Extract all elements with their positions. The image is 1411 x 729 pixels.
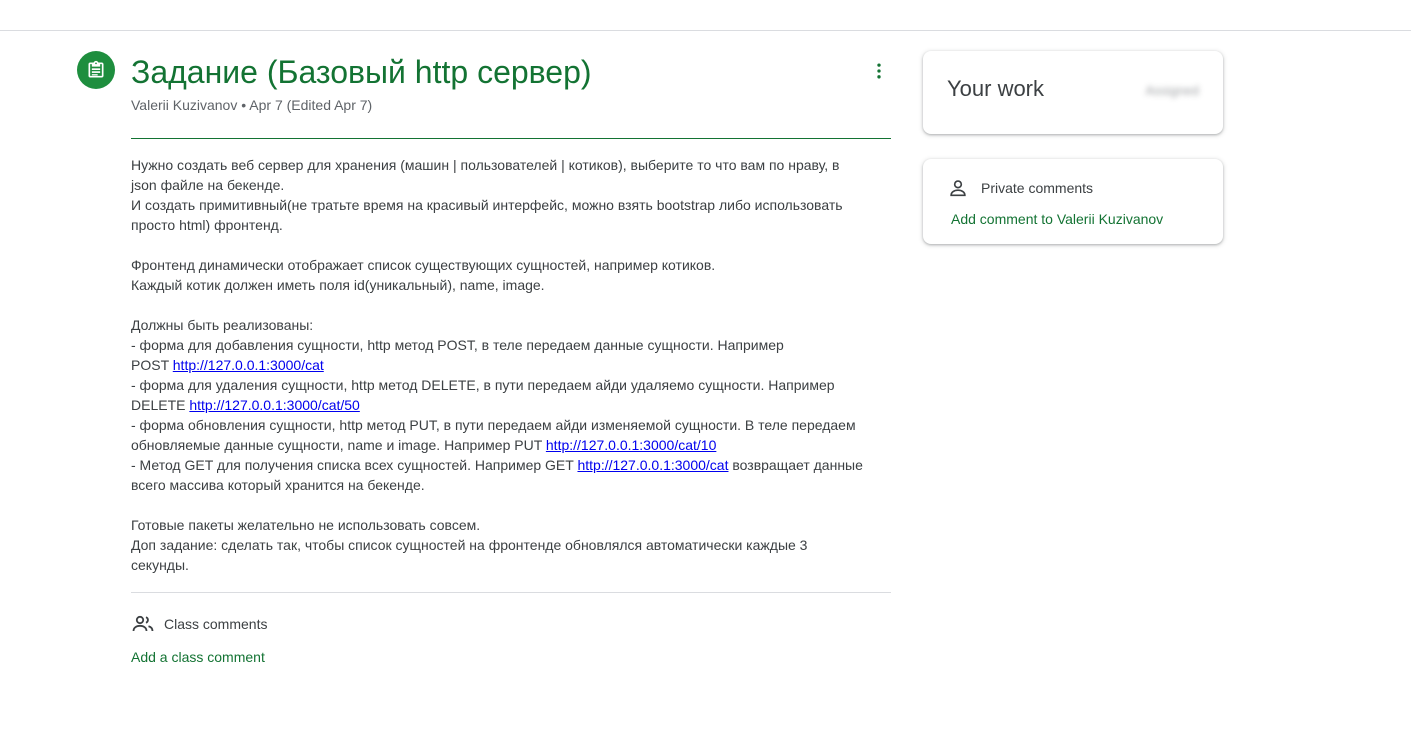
private-comments-header: Private comments [947, 177, 1093, 199]
description-line: json файле на бекенде. [131, 177, 285, 193]
header-divider [131, 138, 891, 139]
your-work-title: Your work [947, 76, 1045, 101]
assignment-icon [77, 51, 115, 89]
description-paragraph: Нужно создать веб сервер для хранения (м… [131, 155, 901, 235]
assignment-meta: Valerii Kuzivanov • Apr 7 (Edited Apr 7) [131, 96, 372, 114]
description-line: - форма для удаления сущности, http мето… [131, 377, 835, 393]
description-line: всего массива который хранится на бекенд… [131, 477, 425, 493]
more-vert-icon [877, 63, 881, 79]
post-date: • Apr 7 (Edited Apr 7) [237, 97, 373, 113]
your-work-card: Your work Assigned [923, 51, 1223, 134]
assignment-title: Задание (Базовый http сервер) [131, 54, 592, 90]
delete-url-link[interactable]: http://127.0.0.1:3000/cat/50 [189, 397, 359, 413]
description-paragraph: Должны быть реализованы: - форма для доб… [131, 315, 901, 495]
work-status-badge: Assigned [1145, 83, 1199, 98]
description-paragraph: Фронтенд динамически отображает список с… [131, 255, 901, 295]
class-comments-header: Class comments [131, 612, 267, 636]
description-line: DELETE http://127.0.0.1:3000/cat/50 [131, 395, 901, 415]
class-comments-label: Class comments [164, 616, 268, 632]
get-url-link[interactable]: http://127.0.0.1:3000/cat [577, 457, 728, 473]
line-text: - Метод GET для получения списка всех су… [131, 457, 578, 473]
more-options-button[interactable] [866, 58, 892, 84]
put-url-link[interactable]: http://127.0.0.1:3000/cat/10 [546, 437, 716, 453]
description-line: Готовые пакеты желательно не использоват… [131, 517, 481, 533]
description-line: - форма для добавления сущности, http ме… [131, 337, 784, 353]
line-text: возвращает данные [728, 457, 863, 473]
description-line: Фронтенд динамически отображает список с… [131, 257, 716, 273]
author-name: Valerii Kuzivanov [131, 97, 238, 113]
person-icon [950, 180, 966, 197]
line-text: обновляемые данные сущности, name и imag… [131, 437, 546, 453]
assignment-description: Нужно создать веб сервер для хранения (м… [131, 155, 901, 595]
description-line: И создать примитивный(не тратьте время н… [131, 197, 843, 213]
people-icon [132, 615, 154, 632]
private-comments-card: Private comments Add comment to Valerii … [923, 159, 1223, 244]
description-paragraph: Готовые пакеты желательно не использоват… [131, 515, 901, 575]
add-private-comment-link[interactable]: Add comment to Valerii Kuzivanov [951, 211, 1163, 227]
line-text: POST [131, 357, 173, 373]
private-comments-label: Private comments [981, 180, 1094, 196]
post-url-link[interactable]: http://127.0.0.1:3000/cat [173, 357, 324, 373]
description-line: Каждый котик должен иметь поля id(уникал… [131, 277, 545, 293]
add-class-comment-link[interactable]: Add a class comment [131, 649, 265, 665]
description-line: просто html) фронтенд. [131, 217, 283, 233]
description-line: Должны быть реализованы: [131, 317, 314, 333]
description-line: Нужно создать веб сервер для хранения (м… [131, 157, 840, 173]
line-text: DELETE [131, 397, 190, 413]
description-line: Доп задание: сделать так, чтобы список с… [131, 537, 808, 553]
description-line: обновляемые данные сущности, name и imag… [131, 435, 901, 455]
description-line: - Метод GET для получения списка всех су… [131, 455, 901, 475]
description-line: POST http://127.0.0.1:3000/cat [131, 355, 901, 375]
comments-divider [131, 592, 891, 593]
description-line: - форма обновления сущности, http метод … [131, 417, 856, 433]
top-bar [0, 0, 1411, 31]
description-line: секунды. [131, 557, 189, 573]
